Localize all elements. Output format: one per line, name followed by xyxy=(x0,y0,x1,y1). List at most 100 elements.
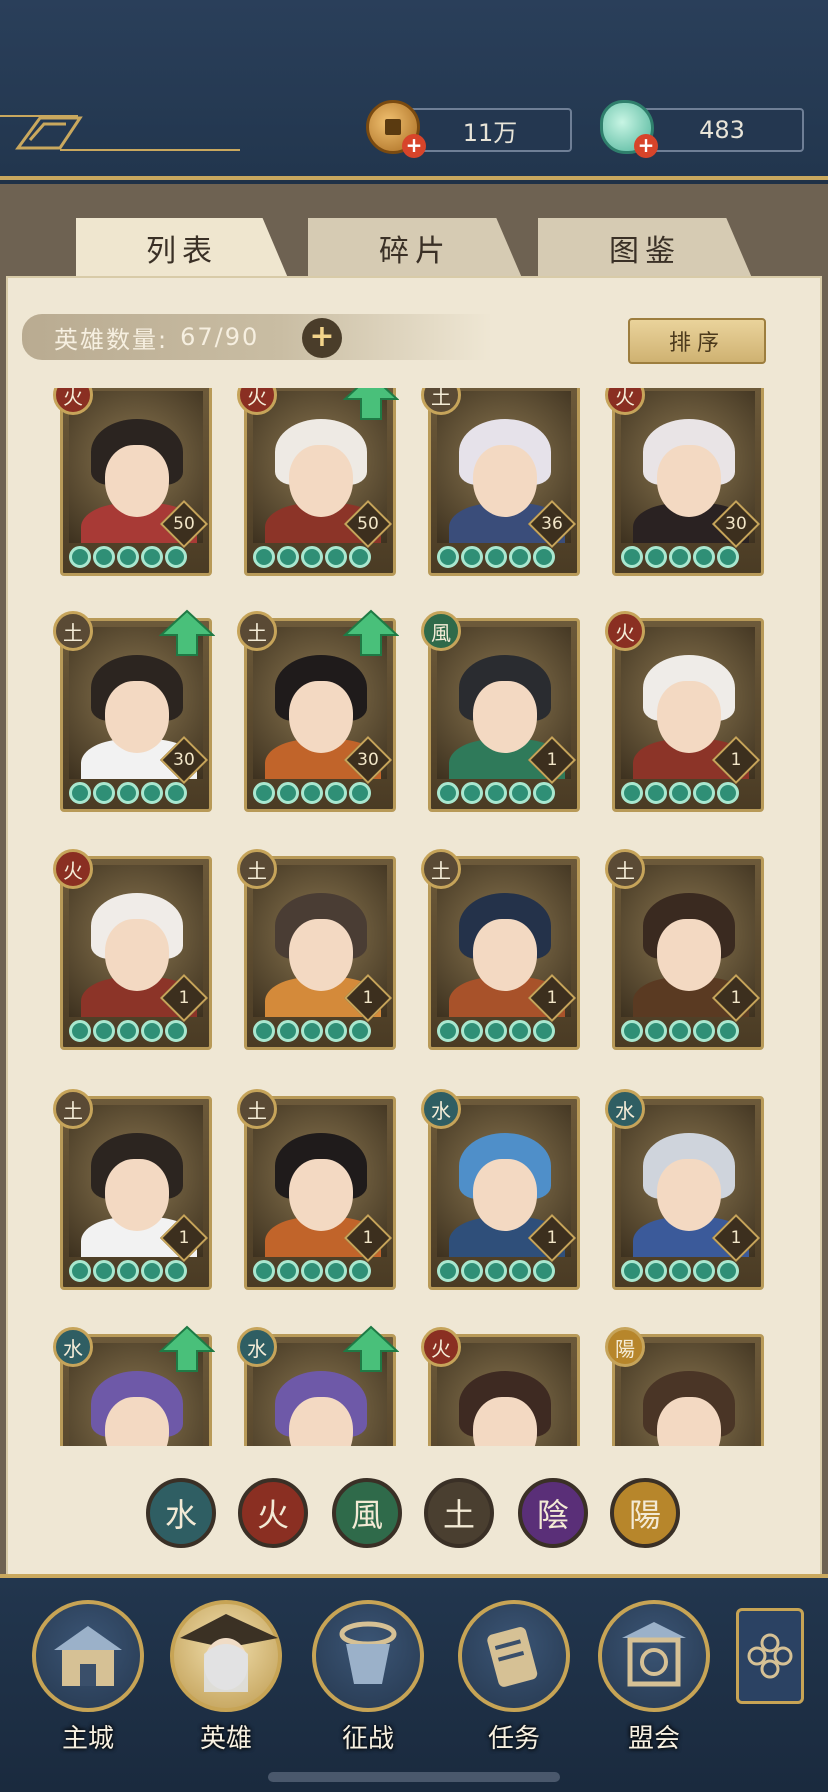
jade-star-icon xyxy=(621,1020,643,1042)
jade-star-icon xyxy=(253,1260,275,1282)
hero-card[interactable]: 1土 xyxy=(421,849,580,1050)
hero-card[interactable]: 36 土 xyxy=(421,388,580,576)
jade-star-icon xyxy=(349,1260,371,1282)
jade-star-icon xyxy=(277,546,299,568)
jade-balance: 483 xyxy=(640,108,804,152)
jade-star-icon xyxy=(117,1260,139,1282)
nav-quests[interactable]: 任务 xyxy=(458,1600,570,1754)
nav-main-city-label: 主城 xyxy=(61,1724,114,1754)
jade-star-icon xyxy=(717,782,739,804)
hero-star-row xyxy=(69,782,187,806)
jade-star-icon xyxy=(69,546,91,568)
campaign-icon xyxy=(339,1621,397,1684)
upgrade-arrow-icon xyxy=(159,1325,215,1372)
nav-alliance[interactable]: 盟会 xyxy=(598,1600,710,1754)
jade-star-icon xyxy=(509,546,531,568)
hero-face xyxy=(105,1159,169,1231)
hero-card[interactable]: 30 土 xyxy=(237,609,399,812)
hero-card[interactable]: 1土 xyxy=(237,849,396,1050)
upgrade-arrow-icon xyxy=(343,1325,399,1372)
filter-yin-button[interactable]: 陰 xyxy=(518,1478,588,1548)
filter-wind-button[interactable]: 風 xyxy=(332,1478,402,1548)
hero-face xyxy=(473,681,537,753)
element-badge-icon: 陽 xyxy=(605,1327,645,1367)
tab-list[interactable]: 列表 xyxy=(76,218,288,278)
jade-star-icon xyxy=(165,782,187,804)
jade-star-icon xyxy=(693,1020,715,1042)
hero-card[interactable]: 1火 xyxy=(53,849,212,1050)
bottom-nav: 主城 英雄 征战 任务 盟会 xyxy=(0,1574,828,1792)
jade-star-icon xyxy=(645,1020,667,1042)
jade-star-icon xyxy=(69,1260,91,1282)
filter-water-button[interactable]: 水 xyxy=(146,1478,216,1548)
hero-face xyxy=(289,919,353,991)
element-badge-icon: 水 xyxy=(237,1327,277,1367)
hero-star-row xyxy=(621,1260,739,1284)
jade-star-icon xyxy=(301,1020,323,1042)
hero-star-row xyxy=(437,546,555,570)
nav-campaign-label: 征战 xyxy=(341,1724,394,1754)
hero-card[interactable]: 50 火 xyxy=(53,388,212,576)
hero-portrait-icon xyxy=(180,1614,278,1692)
hero-card[interactable]: 火 xyxy=(421,1327,580,1446)
jade-star-icon xyxy=(437,782,459,804)
hero-card[interactable]: 1土 xyxy=(53,1089,212,1290)
jade-star-icon xyxy=(165,546,187,568)
hero-grid[interactable]: 50 火 50 火 36 土 30 火 30 土 30 土 1 風 1 火 1 火 1 土 1 土 1 土 1 土 1 土 1 水 1 水水水… xyxy=(40,388,800,1446)
jade-star-icon xyxy=(717,1260,739,1282)
hero-card[interactable]: 1土 xyxy=(237,1089,396,1290)
scroll-icon xyxy=(487,1627,538,1687)
jade-star-icon xyxy=(509,782,531,804)
hero-card[interactable]: 1火 xyxy=(605,611,764,812)
jade-star-icon xyxy=(621,1260,643,1282)
filter-yang-button[interactable]: 陽 xyxy=(610,1478,680,1548)
hero-card[interactable]: 1土 xyxy=(605,849,764,1050)
nav-campaign[interactable]: 征战 xyxy=(312,1600,424,1754)
hero-card[interactable]: 30 火 xyxy=(605,388,764,576)
jade-star-icon xyxy=(461,1020,483,1042)
filter-earth-button[interactable]: 土 xyxy=(424,1478,494,1548)
jade-star-icon xyxy=(533,1260,555,1282)
hero-card[interactable]: 50 火 xyxy=(237,388,399,576)
hero-star-row xyxy=(253,1020,371,1044)
jade-star-icon xyxy=(485,1260,507,1282)
hero-face xyxy=(657,681,721,753)
hero-star-row xyxy=(437,1260,555,1284)
jade-star-icon xyxy=(693,1260,715,1282)
jade-star-icon xyxy=(461,782,483,804)
tab-codex[interactable]: 图鉴 xyxy=(538,218,752,278)
element-badge-icon: 火 xyxy=(421,1327,461,1367)
jade-star-icon xyxy=(349,546,371,568)
tab-fragments[interactable]: 碎片 xyxy=(308,218,522,278)
filter-fire-button[interactable]: 火 xyxy=(238,1478,308,1548)
jade-star-icon xyxy=(461,546,483,568)
more-menu-button[interactable] xyxy=(736,1608,804,1704)
hero-card[interactable]: 30 土 xyxy=(53,609,215,812)
hero-level: 1 xyxy=(546,1228,558,1248)
upgrade-arrow-icon xyxy=(343,388,399,420)
nav-main-city[interactable]: 主城 xyxy=(32,1600,144,1754)
nav-heroes-label: 英雄 xyxy=(199,1724,252,1754)
jade-star-icon xyxy=(277,1260,299,1282)
hero-star-row xyxy=(621,546,739,570)
jade-star-icon xyxy=(93,1020,115,1042)
expand-slots-button[interactable]: + xyxy=(302,318,342,358)
hero-face xyxy=(105,1397,169,1446)
hero-card[interactable]: 水 xyxy=(53,1325,215,1446)
nav-heroes[interactable]: 英雄 xyxy=(170,1600,282,1754)
hero-card[interactable]: 1風 xyxy=(421,611,580,812)
jade-star-icon xyxy=(621,782,643,804)
hero-face xyxy=(289,681,353,753)
hero-card[interactable]: 水 xyxy=(237,1325,399,1446)
hero-star-row xyxy=(621,1020,739,1044)
hero-card[interactable]: 1水 xyxy=(605,1089,764,1290)
jade-star-icon xyxy=(69,782,91,804)
sort-button[interactable]: 排序 xyxy=(628,318,766,364)
hero-card[interactable]: 陽 xyxy=(605,1327,764,1446)
hero-level: 1 xyxy=(730,1228,742,1248)
hero-card[interactable]: 1水 xyxy=(421,1089,580,1290)
add-coin-button[interactable]: + xyxy=(402,134,426,158)
add-jade-button[interactable]: + xyxy=(634,134,658,158)
jade-value: 483 xyxy=(699,116,745,144)
upgrade-arrow-icon xyxy=(343,609,399,656)
